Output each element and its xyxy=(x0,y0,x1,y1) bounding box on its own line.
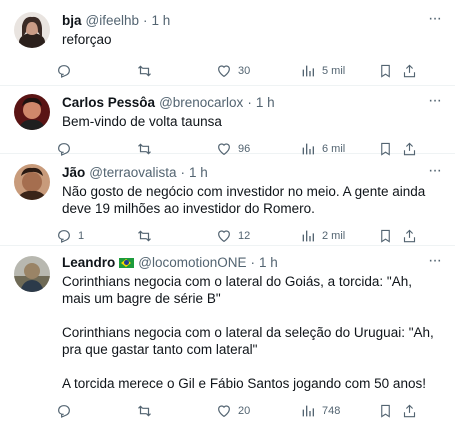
tweet[interactable]: Jão @terraovalista · 1 h ··· Não gosto d… xyxy=(0,154,455,246)
retweet-button[interactable] xyxy=(136,63,216,79)
author-handle[interactable]: @locomotionONE xyxy=(138,254,246,271)
view-count: 748 xyxy=(322,405,341,417)
author-name[interactable]: Carlos Pessôa xyxy=(62,94,155,111)
like-count: 12 xyxy=(238,230,251,242)
reply-button[interactable] xyxy=(56,403,136,419)
like-count: 20 xyxy=(238,405,251,417)
views-button[interactable]: 5 mil xyxy=(300,63,378,79)
views-icon xyxy=(300,228,316,244)
reply-icon xyxy=(56,63,72,79)
heart-icon xyxy=(216,403,232,419)
views-button[interactable]: 2 mil xyxy=(300,228,378,244)
bookmark-button[interactable] xyxy=(378,228,402,244)
heart-icon xyxy=(216,228,232,244)
more-icon[interactable]: ··· xyxy=(428,92,442,110)
share-icon xyxy=(402,403,417,419)
avatar[interactable] xyxy=(14,164,50,200)
author-name[interactable]: Leandro xyxy=(62,254,115,271)
share-button[interactable] xyxy=(402,63,422,79)
separator-dot: · xyxy=(143,13,148,28)
like-button[interactable]: 30 xyxy=(216,63,300,79)
action-bar: 20 748 xyxy=(56,396,443,426)
share-button[interactable] xyxy=(402,228,422,244)
separator-dot: · xyxy=(250,255,256,270)
tweet-text: Não gosto de negócio com investidor no m… xyxy=(62,184,430,216)
reply-button[interactable]: 1 xyxy=(56,228,136,244)
retweet-button[interactable] xyxy=(136,228,216,244)
timestamp[interactable]: 1 h xyxy=(259,254,278,271)
heart-icon xyxy=(216,63,232,79)
more-icon[interactable]: ··· xyxy=(428,162,442,180)
timestamp[interactable]: 1 h xyxy=(152,12,171,29)
author-handle[interactable]: @ifeelhb xyxy=(86,12,140,29)
reply-button[interactable] xyxy=(56,63,136,79)
like-button[interactable]: 12 xyxy=(216,228,300,244)
author-handle[interactable]: @terraovalista xyxy=(89,164,176,181)
bookmark-button[interactable] xyxy=(378,63,402,79)
views-icon xyxy=(300,63,316,79)
bookmark-button[interactable] xyxy=(378,403,402,419)
reply-icon xyxy=(56,403,72,419)
like-button[interactable]: 20 xyxy=(216,403,300,419)
more-icon[interactable]: ··· xyxy=(428,10,442,28)
reply-icon xyxy=(56,228,72,244)
avatar[interactable] xyxy=(14,12,50,48)
tweet[interactable]: Leandro @locomotionONE · 1 h ··· Corinth… xyxy=(0,246,455,418)
timestamp[interactable]: 1 h xyxy=(189,164,208,181)
retweet-button[interactable] xyxy=(136,403,216,419)
tweet-text: Bem-vindo de volta taunsa xyxy=(62,114,222,129)
retweet-icon xyxy=(136,63,153,79)
brazil-flag-icon xyxy=(119,257,135,268)
bookmark-icon xyxy=(378,403,393,419)
view-count: 2 mil xyxy=(322,230,346,242)
views-icon xyxy=(300,403,316,419)
share-icon xyxy=(402,228,417,244)
author-name[interactable]: Jão xyxy=(62,164,85,181)
timestamp[interactable]: 1 h xyxy=(256,94,275,111)
views-button[interactable]: 748 xyxy=(300,403,378,419)
action-bar: 30 5 mil xyxy=(56,56,443,86)
share-button[interactable] xyxy=(402,403,422,419)
retweet-icon xyxy=(136,228,153,244)
tweet-text: Corinthians negocia com o lateral do Goi… xyxy=(62,274,434,391)
more-icon[interactable]: ··· xyxy=(428,252,442,270)
author-name[interactable]: bja xyxy=(62,12,82,29)
retweet-icon xyxy=(136,403,153,419)
tweet-text: reforçao xyxy=(62,32,112,47)
separator-dot: · xyxy=(247,95,252,110)
like-count: 30 xyxy=(238,65,251,77)
bookmark-icon xyxy=(378,228,393,244)
share-icon xyxy=(402,63,417,79)
avatar[interactable] xyxy=(14,94,50,130)
tweet[interactable]: bja @ifeelhb · 1 h ··· reforçao 30 5 mil xyxy=(0,0,455,86)
reply-count: 1 xyxy=(78,230,85,242)
separator-dot: · xyxy=(180,165,186,180)
tweet[interactable]: Carlos Pessôa @brenocarlox · 1 h ··· Bem… xyxy=(0,86,455,156)
view-count: 5 mil xyxy=(322,65,346,77)
author-handle[interactable]: @brenocarlox xyxy=(159,94,243,111)
bookmark-icon xyxy=(378,63,393,79)
avatar[interactable] xyxy=(14,256,50,292)
